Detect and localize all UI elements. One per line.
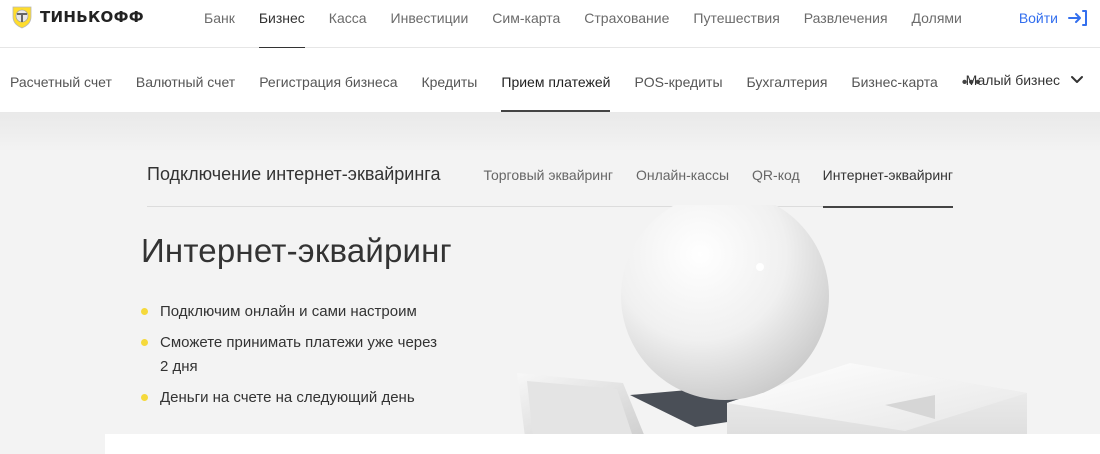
tab-internet-acquiring[interactable]: Интернет-эквайринг	[822, 152, 954, 208]
topnav-label: Банк	[204, 10, 235, 26]
topnav-item-business[interactable]: Бизнес	[247, 0, 317, 49]
subnav-label: POS-кредиты	[634, 74, 723, 90]
hero-illustration	[517, 205, 1027, 437]
subnav-item-credits[interactable]: Кредиты	[409, 48, 489, 112]
main-nav: Банк Бизнес Касса Инвестиции Сим-карта С…	[192, 0, 974, 49]
topnav-item-bank[interactable]: Банк	[192, 0, 247, 48]
subnav-item-business-card[interactable]: Бизнес-карта	[839, 48, 949, 112]
subnav-item-payment-acceptance[interactable]: Прием платежей	[489, 48, 622, 112]
topnav-label: Путешествия	[693, 10, 780, 26]
benefit-item: Подключим онлайн и сами настроим	[139, 300, 439, 324]
login-label: Войти	[1018, 10, 1058, 26]
topnav-label: Сим-карта	[492, 10, 561, 26]
section-navigation-bar: Расчетный счет Валютный счет Регистрация…	[0, 48, 1100, 112]
topnav-label: Страхование	[584, 10, 670, 26]
subnav-item-currency-account[interactable]: Валютный счет	[124, 48, 247, 112]
subnav-label: Расчетный счет	[10, 74, 112, 90]
topnav-item-insurance[interactable]: Страхование	[572, 0, 681, 48]
top-navigation-bar: ТИНЬКОФФ Банк Бизнес Касса Инвестиции Си…	[0, 0, 1100, 49]
subnav-label: Прием платежей	[501, 74, 611, 90]
topnav-item-travel[interactable]: Путешествия	[681, 0, 791, 48]
tab-trade-acquiring[interactable]: Торговый эквайринг	[484, 152, 613, 207]
content-card-edge	[105, 434, 1100, 454]
topnav-label: Касса	[328, 10, 367, 26]
subnav-label: Бухгалтерия	[746, 74, 828, 90]
subnav-item-accounting[interactable]: Бухгалтерия	[735, 48, 840, 112]
hero-title: Интернет-эквайринг	[141, 232, 452, 269]
product-title: Подключение интернет-эквайринга	[147, 164, 441, 184]
subnav-label: Кредиты	[421, 74, 478, 90]
topnav-item-kassa[interactable]: Касса	[317, 0, 379, 48]
brand-logo[interactable]: ТИНЬКОФФ	[10, 5, 144, 29]
topnav-label: Долями	[911, 10, 962, 26]
segment-selector[interactable]: Малый бизнес	[966, 72, 1084, 88]
topnav-label: Развлечения	[803, 10, 888, 26]
topnav-item-entertainment[interactable]: Развлечения	[792, 0, 900, 48]
subnav-label: Регистрация бизнеса	[259, 74, 398, 90]
benefit-item: Деньги на счете на следующий день	[139, 386, 439, 410]
segment-label: Малый бизнес	[965, 72, 1060, 88]
subnav-label: Бизнес-карта	[851, 74, 938, 90]
chevron-down-icon	[1071, 76, 1083, 83]
topnav-label: Бизнес	[258, 10, 305, 26]
tab-qr-code[interactable]: QR-код	[752, 152, 800, 207]
business-subnav: Расчетный счет Валютный счет Регистрация…	[0, 48, 994, 112]
product-header: Подключение интернет-эквайринга Торговый…	[147, 152, 954, 208]
subnav-item-current-account[interactable]: Расчетный счет	[0, 48, 124, 112]
brand-name: ТИНЬКОФФ	[40, 8, 144, 26]
topnav-label: Инвестиции	[390, 10, 469, 26]
login-arrow-icon	[1068, 10, 1087, 26]
topnav-item-investments[interactable]: Инвестиции	[379, 0, 481, 48]
login-button[interactable]: Войти	[1019, 9, 1088, 27]
subnav-label: Валютный счет	[135, 74, 236, 90]
topnav-item-sim-card[interactable]: Сим-карта	[480, 0, 572, 48]
subnav-item-business-registration[interactable]: Регистрация бизнеса	[247, 48, 409, 112]
logo-shield-icon	[12, 6, 32, 29]
product-tabs: Торговый эквайринг Онлайн-кассы QR-код И…	[461, 152, 954, 208]
benefits-list: Подключим онлайн и сами настроим Сможете…	[139, 300, 439, 417]
topnav-item-dolyami[interactable]: Долями	[900, 0, 974, 48]
tab-online-kassa[interactable]: Онлайн-кассы	[636, 152, 729, 207]
benefit-item: Сможете принимать платежи уже через 2 дн…	[139, 331, 439, 379]
subnav-item-pos-credits[interactable]: POS-кредиты	[622, 48, 734, 112]
